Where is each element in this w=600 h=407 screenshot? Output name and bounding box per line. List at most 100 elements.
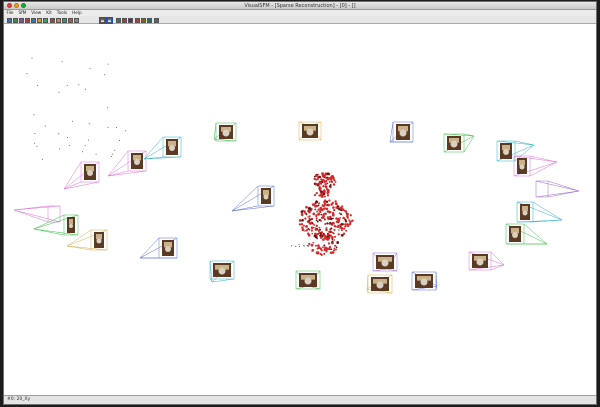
stray-point — [31, 57, 33, 59]
stray-point — [36, 145, 38, 147]
point-cloud-point — [308, 228, 311, 231]
points-icon[interactable] — [74, 17, 79, 23]
point-cloud-point — [317, 212, 321, 216]
point-cloud-point — [325, 237, 329, 240]
camera-frustum-edge — [535, 190, 580, 198]
point-cloud-point — [328, 222, 331, 225]
save-icon[interactable] — [13, 17, 18, 23]
stray-point — [308, 244, 310, 246]
sfm-icon[interactable] — [50, 17, 55, 23]
point-cloud-point — [334, 244, 336, 247]
point-cloud-point — [310, 229, 313, 232]
point-cloud-point — [322, 185, 325, 188]
point-cloud-point — [318, 175, 322, 179]
stray-point — [298, 243, 300, 245]
point-cloud-point — [337, 205, 339, 208]
match-icon[interactable] — [37, 17, 42, 23]
pause-icon[interactable] — [141, 17, 146, 23]
point-cloud-point — [320, 213, 323, 216]
point-cloud-point — [333, 235, 337, 238]
point-cloud-point — [326, 194, 330, 197]
point-cloud-point — [331, 251, 335, 254]
point-cloud-point — [315, 219, 318, 222]
point-cloud-point — [339, 226, 342, 229]
point-cloud-point — [333, 224, 336, 227]
point-cloud-point — [315, 244, 317, 247]
open-icon[interactable] — [7, 17, 12, 23]
match-view-icon[interactable] — [43, 17, 48, 23]
camera-frustum-edge — [389, 121, 394, 143]
point-cloud-point — [314, 205, 317, 208]
camera-frustum-edge — [107, 170, 129, 177]
point-cloud-point — [325, 207, 329, 211]
point-cloud-point — [320, 249, 323, 252]
point-cloud-scene[interactable] — [4, 24, 597, 397]
stray-point — [69, 144, 71, 146]
point-cloud-point — [313, 193, 317, 197]
camera-thumbnail-statue — [381, 259, 389, 267]
camera-thumbnail-statue — [450, 140, 458, 148]
load-nvm-icon[interactable] — [19, 17, 24, 23]
title-bar[interactable]: VisualSFM - [Sparse Reconstruction] - [0… — [4, 2, 596, 10]
camera-thumbnail-statue — [519, 164, 525, 170]
camera-frustum-edge — [529, 161, 558, 177]
stray-point — [26, 73, 28, 75]
settings-icon[interactable] — [154, 17, 159, 23]
point-cloud-point — [310, 243, 314, 247]
point-cloud-point — [323, 218, 327, 221]
delete-icon[interactable] — [122, 17, 127, 23]
stray-point — [295, 246, 297, 248]
point-cloud-point — [331, 221, 335, 225]
dense-icon[interactable] — [56, 17, 61, 23]
status-text: #0: 20_Xy — [7, 397, 31, 402]
stray-point — [67, 137, 68, 138]
feature-icon[interactable] — [31, 17, 36, 23]
point-cloud-point — [317, 229, 320, 233]
point-cloud-point — [310, 226, 314, 230]
point-cloud-point — [328, 199, 331, 202]
point-cloud-point — [333, 228, 336, 231]
point-cloud-point — [346, 223, 350, 227]
camera-thumbnail-statue — [165, 246, 171, 252]
point-cloud-point — [328, 245, 332, 249]
log-icon[interactable] — [147, 17, 152, 23]
camera-icon[interactable] — [68, 17, 73, 23]
camera-frustum-edge — [490, 251, 505, 266]
camera-thumbnail-statue — [476, 258, 484, 266]
point-cloud-point — [316, 251, 320, 254]
point-cloud-point — [317, 208, 320, 211]
point-cloud-point — [348, 219, 351, 221]
stop-icon[interactable] — [135, 17, 140, 23]
point-cloud-point — [344, 225, 346, 228]
point-cloud-point — [309, 222, 312, 225]
point-cloud-point — [338, 229, 340, 231]
point-cloud-point — [318, 202, 321, 205]
camera-frustum-edge — [213, 138, 237, 142]
cmvs-icon[interactable] — [106, 16, 113, 24]
stray-point — [306, 244, 308, 246]
point-cloud-point — [310, 217, 314, 221]
point-cloud-point — [336, 217, 340, 221]
point-cloud-point — [301, 218, 304, 222]
stray-point — [107, 126, 109, 128]
point-cloud-point — [313, 177, 316, 181]
point-cloud-point — [346, 213, 349, 216]
grid-icon[interactable] — [62, 17, 67, 23]
point-cloud-point — [319, 236, 323, 239]
point-cloud-point — [320, 190, 323, 194]
camera-frustum-edge — [535, 180, 580, 192]
point-cloud-point — [334, 202, 338, 206]
point-cloud-point — [324, 183, 327, 186]
point-cloud-point — [324, 248, 327, 252]
sparse-reconstruction-viewport[interactable] — [4, 24, 596, 397]
toggle-3d-icon[interactable] — [99, 16, 106, 24]
point-cloud-point — [315, 217, 318, 220]
camera-thumbnail-statue — [503, 149, 509, 155]
flip-icon[interactable] — [128, 17, 133, 23]
stray-point — [107, 107, 109, 109]
images-icon[interactable] — [25, 17, 30, 23]
select-icon[interactable] — [116, 17, 121, 23]
camera-frustum-edge — [143, 136, 164, 160]
point-cloud-point — [315, 174, 318, 177]
camera-frustum-edge — [372, 268, 388, 272]
